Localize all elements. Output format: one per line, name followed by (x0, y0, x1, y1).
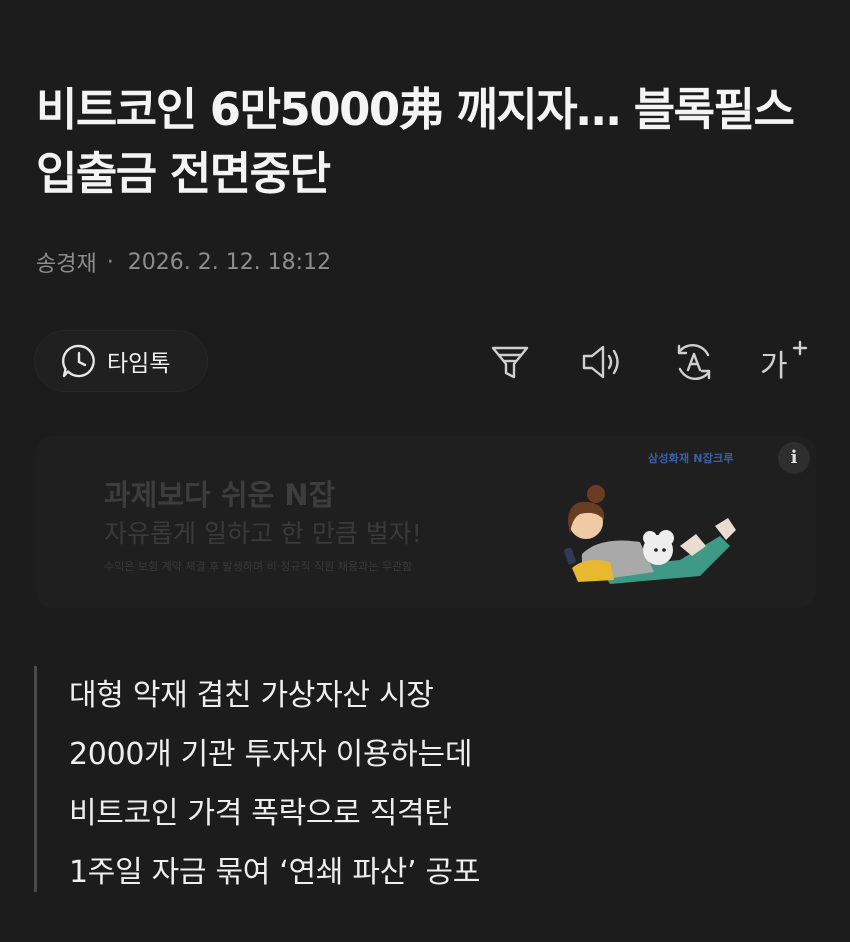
author-name[interactable]: 송경재 (36, 246, 97, 278)
ad-banner[interactable]: 과제보다 쉬운 N잡 자유롭게 일하고 한 만큼 벌자! 수익은 보험 계약 체… (36, 436, 816, 608)
summary-line: 1주일 자금 묶여 ‘연쇄 파산’ 공포 (69, 855, 481, 890)
byline: 송경재 · 2026. 2. 12. 18:12 (36, 246, 331, 278)
clock-chat-icon (61, 344, 95, 378)
ad-subtitle: 자유롭게 일하고 한 만큼 벌자! (104, 519, 422, 548)
ad-disclaimer: 수익은 보험 계약 체결 후 발생하며 비·정규직 직원 채용과는 무관함 (104, 560, 413, 573)
ad-title: 과제보다 쉬운 N잡 (104, 478, 336, 512)
timetalk-label: 타임톡 (107, 351, 171, 377)
translate-icon[interactable] (670, 338, 718, 386)
article-summary: 대형 악재 겹친 가상자산 시장 2000개 기관 투자자 이용하는데 비트코인… (34, 666, 794, 892)
ad-brand-logo: 삼성화재 N잡크루 (648, 452, 734, 465)
article-toolbar: 타임톡 가 (34, 330, 824, 394)
speaker-icon[interactable] (578, 338, 626, 386)
article-headline: 비트코인 6만5000弗 깨지자… 블록필스 입출금 전면중단 (36, 83, 795, 200)
summary-line: 대형 악재 겹친 가상자산 시장 (69, 678, 434, 713)
timetalk-button[interactable]: 타임톡 (34, 330, 208, 392)
ad-info-icon[interactable]: i (778, 442, 810, 474)
byline-separator: · (106, 249, 114, 275)
font-size-icon[interactable]: 가 (756, 338, 812, 386)
font-size-label: 가 (760, 349, 788, 384)
ad-illustration (564, 485, 736, 584)
filter-icon[interactable] (486, 338, 534, 386)
summary-line: 2000개 기관 투자자 이용하는데 (69, 737, 473, 772)
article-page: 비트코인 6만5000弗 깨지자… 블록필스 입출금 전면중단 송경재 · 20… (0, 0, 850, 942)
summary-line: 비트코인 가격 폭락으로 직격탄 (69, 796, 452, 831)
publish-timestamp: 2026. 2. 12. 18:12 (127, 249, 332, 275)
